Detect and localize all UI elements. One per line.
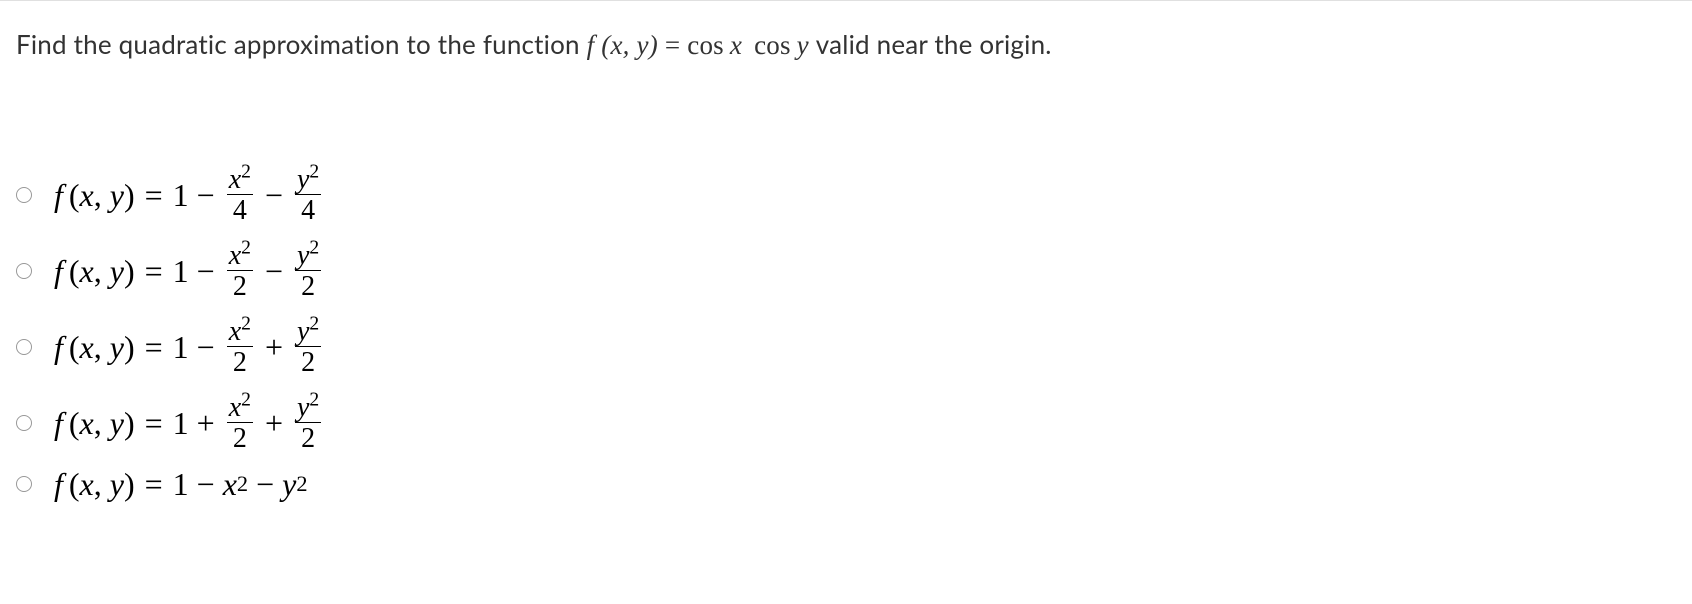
radio-icon[interactable]: [16, 476, 32, 492]
option-2[interactable]: f(x, y) = 1 − x2 2 − y2 2: [16, 242, 1676, 301]
options-group: f(x, y) = 1 − x2 4 − y2 4 f(x, y) =: [0, 66, 1692, 503]
radio-icon[interactable]: [16, 415, 32, 431]
option-1-expr: f(x, y) = 1 − x2 4 − y2 4: [54, 166, 325, 225]
radio-icon[interactable]: [16, 339, 32, 355]
option-5[interactable]: f(x, y) = 1 − x2 − y2: [16, 466, 1676, 503]
option-3-expr: f(x, y) = 1 − x2 2 + y2 2: [54, 318, 325, 377]
option-4-expr: f(x, y) = 1 + x2 2 + y2 2: [54, 394, 325, 453]
option-1[interactable]: f(x, y) = 1 − x2 4 − y2 4: [16, 166, 1676, 225]
radio-icon[interactable]: [16, 187, 32, 203]
question-pre: Find the quadratic approximation to the …: [16, 28, 587, 60]
question-post: valid near the origin.: [816, 28, 1052, 60]
option-3[interactable]: f(x, y) = 1 − x2 2 + y2 2: [16, 318, 1676, 377]
option-4[interactable]: f(x, y) = 1 + x2 2 + y2 2: [16, 394, 1676, 453]
option-2-expr: f(x, y) = 1 − x2 2 − y2 2: [54, 242, 325, 301]
question-container: Find the quadratic approximation to the …: [0, 0, 1692, 503]
question-func: f (x, y) = cosxcosy: [587, 30, 816, 60]
radio-icon[interactable]: [16, 263, 32, 279]
question-text: Find the quadratic approximation to the …: [0, 17, 1692, 66]
option-5-expr: f(x, y) = 1 − x2 − y2: [54, 466, 308, 503]
